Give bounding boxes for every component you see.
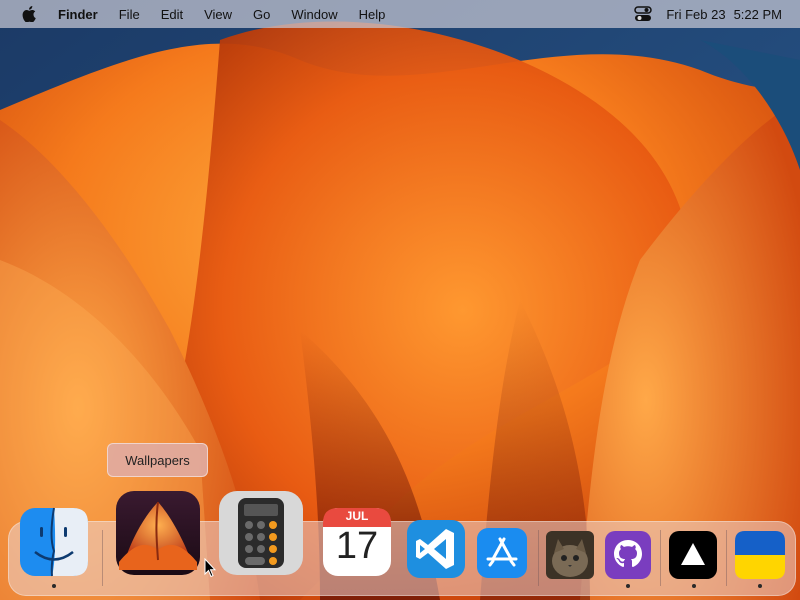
dock-separator [660,530,661,586]
calendar-day: 17 [335,525,379,567]
clock-time: 5:22 PM [733,6,782,22]
control-center-icon[interactable] [634,6,653,22]
mouse-cursor-icon [204,558,216,578]
dock-tooltip: Wallpapers [107,443,208,477]
apple-logo-icon[interactable] [20,5,38,23]
dock-tooltip-label: Wallpapers [125,452,190,468]
calendar-icon[interactable]: JUL 17 [322,507,392,577]
cat-photo-icon[interactable] [546,531,594,579]
menu-bar-clock[interactable]: Fri Feb 23 5:22 PM [666,7,782,22]
menu-help[interactable]: Help [359,7,386,22]
calculator-icon[interactable] [218,490,304,576]
triangle-app-running-indicator [692,584,696,588]
menu-window[interactable]: Window [291,7,337,22]
triangle-app-icon[interactable] [669,531,717,579]
menu-bar: Finder File Edit View Go Window Help Fri… [0,0,800,28]
app-menu-finder[interactable]: Finder [58,7,98,22]
dock-separator [538,530,539,586]
github-icon[interactable] [605,531,651,579]
clock-date: Fri Feb 23 [666,6,726,22]
finder-running-indicator [52,584,56,588]
dock-separator [102,530,103,586]
ukraine-flag-running-indicator [758,584,762,588]
menu-file[interactable]: File [119,7,140,22]
app-store-icon[interactable] [476,527,528,579]
github-running-indicator [626,584,630,588]
menu-edit[interactable]: Edit [161,7,183,22]
ukraine-flag-icon[interactable] [735,531,785,579]
vscode-icon[interactable] [406,519,466,579]
menu-view[interactable]: View [204,7,232,22]
calendar-month: JUL [345,509,369,523]
finder-icon[interactable] [19,507,89,577]
dock-separator [726,530,727,586]
wallpapers-icon[interactable] [115,490,201,576]
menu-go[interactable]: Go [253,7,270,22]
